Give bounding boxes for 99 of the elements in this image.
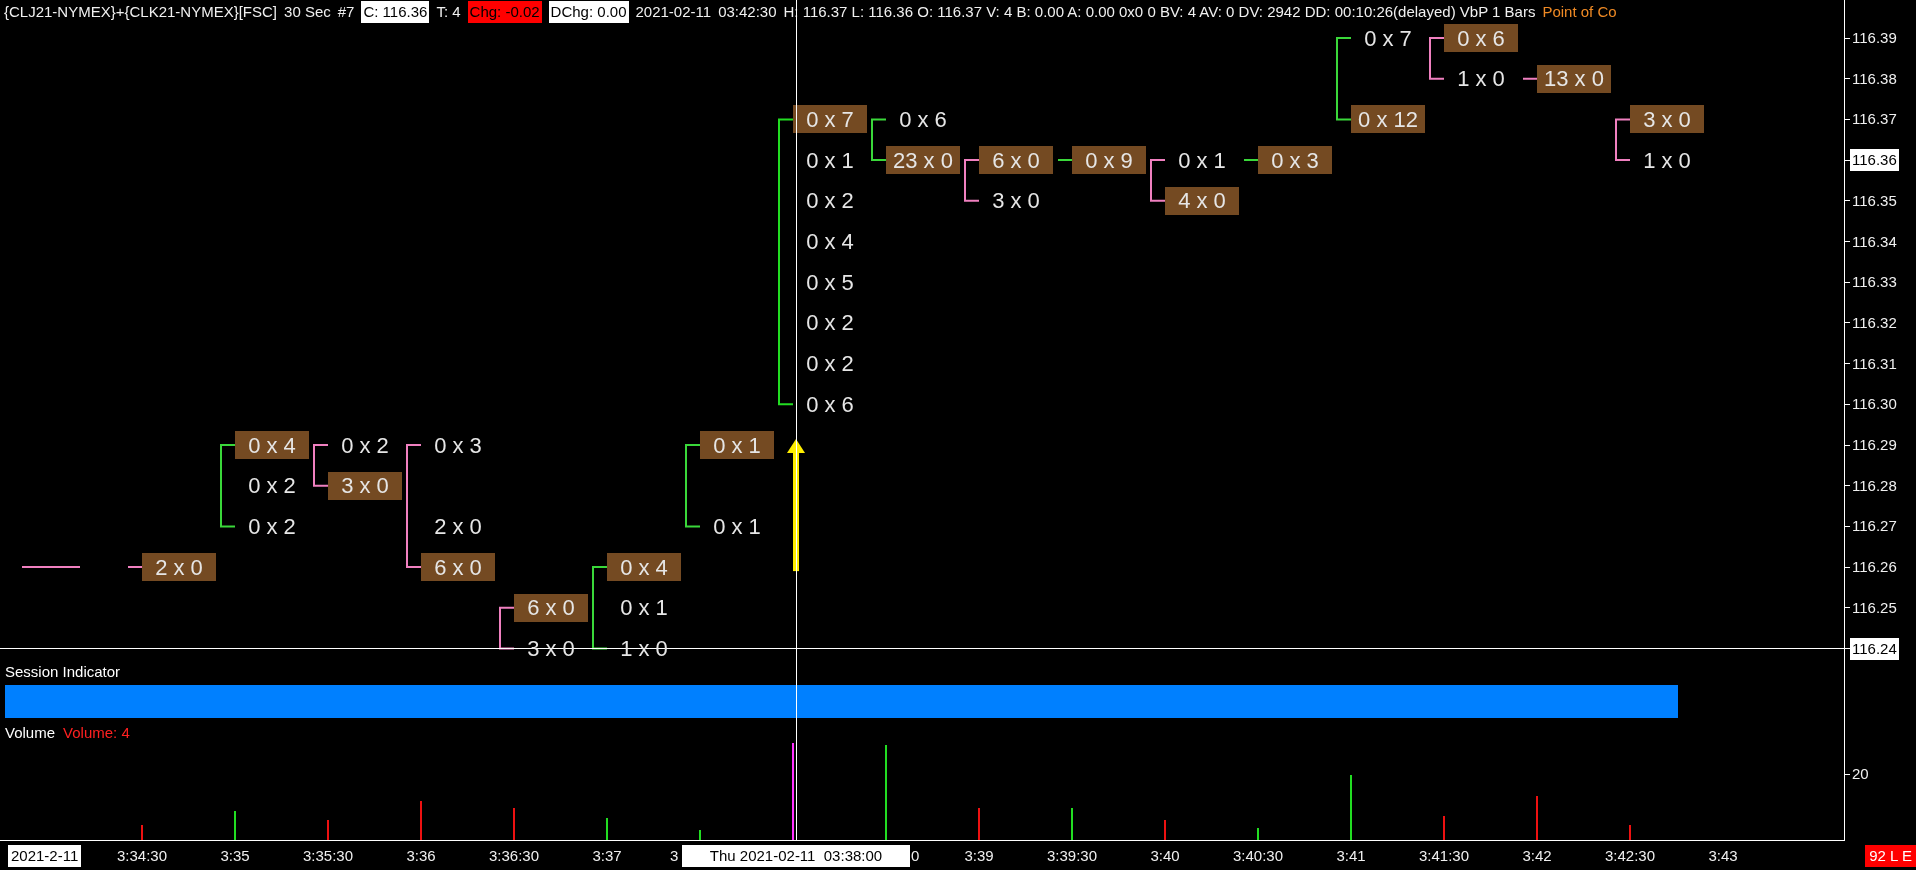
price-label: 116.29 xyxy=(1851,435,1898,455)
price-bar-line xyxy=(871,118,887,162)
footprint-cell-text: 0 x 3 xyxy=(433,431,483,459)
footprint-cell: 6 x 0 xyxy=(979,146,1053,175)
footprint-cell: 0 x 6 xyxy=(1444,24,1518,52)
footprint-cell: 0 x 12 xyxy=(1351,105,1425,134)
price-label: 116.25 xyxy=(1851,597,1898,618)
price-label: 116.34 xyxy=(1851,231,1898,252)
time-label: 3:43 xyxy=(1708,846,1738,866)
footprint-cell: 13 x 0 xyxy=(1537,64,1611,93)
footprint-cell-text: 0 x 1 xyxy=(1177,146,1227,175)
price-bar-line xyxy=(1150,159,1166,202)
time-label: 3:35:30 xyxy=(303,846,353,866)
chart-info-text: 2021-02-11 xyxy=(635,1,712,22)
footprint-cell-text: 0 x 5 xyxy=(805,268,855,297)
footprint-cell-text: 0 x 1 xyxy=(712,512,762,541)
footprint-cell-text: 0 x 6 xyxy=(805,390,855,419)
footprint-cell: 6 x 0 xyxy=(514,593,588,622)
price-label: 116.37 xyxy=(1851,109,1898,130)
price-bar-line xyxy=(21,566,81,569)
footprint-cell-text: 0 x 2 xyxy=(805,309,855,337)
time-label: 3:41:30 xyxy=(1419,846,1469,866)
time-label: 3 xyxy=(670,846,679,866)
price-bar-line xyxy=(964,159,980,202)
price-bar-line xyxy=(1429,37,1445,80)
footprint-cell: 0 x 1 xyxy=(700,431,774,459)
footprint-cell-text: 0 x 4 xyxy=(805,228,855,256)
footprint-cell: 0 x 3 xyxy=(1258,146,1332,175)
chart-info-text: DChg: 0.00 xyxy=(548,0,629,24)
footprint-cell: 0 x 9 xyxy=(1072,146,1146,175)
price-bar-line xyxy=(1615,118,1631,162)
price-bar-line xyxy=(1243,159,1259,162)
time-label: 3:36 xyxy=(406,846,436,866)
time-label: 3:39:30 xyxy=(1047,846,1097,866)
footprint-cell-text: 0 x 2 xyxy=(247,512,297,541)
date-label: 2021-2-11 xyxy=(8,845,82,867)
footprint-cell-text: 0 x 2 xyxy=(340,431,390,459)
price-bar-line xyxy=(313,444,329,487)
time-label: 0 xyxy=(911,846,920,866)
price-label: 20 xyxy=(1851,764,1870,784)
footprint-cell-text: 0 x 6 xyxy=(898,105,948,134)
price-label: 116.31 xyxy=(1851,353,1898,374)
panel-title: Volume xyxy=(5,723,56,743)
price-label: 116.39 xyxy=(1851,28,1898,48)
price-label: 116.26 xyxy=(1851,557,1898,578)
panel-title: Session Indicator xyxy=(5,662,121,682)
volume-reading: Volume: 4 xyxy=(63,723,130,743)
status-badge: 92 L E xyxy=(1865,844,1916,867)
footprint-cell-text: 0 x 2 xyxy=(247,472,297,500)
chart-info-text: T: 4 xyxy=(436,1,461,22)
time-label: 3:42:30 xyxy=(1605,846,1655,866)
price-bar-line xyxy=(1057,159,1073,162)
price-bar-line xyxy=(127,566,143,569)
price-label: 116.27 xyxy=(1851,516,1898,537)
footprint-cell: 2 x 0 xyxy=(142,553,216,582)
footprint-cell: 0 x 7 xyxy=(793,105,867,134)
time-label: 3:40:30 xyxy=(1233,846,1283,866)
price-label: 116.36 xyxy=(1850,149,1899,172)
footprint-cell: 0 x 4 xyxy=(235,431,309,459)
footprint-cell: 6 x 0 xyxy=(421,553,495,582)
price-label: 116.33 xyxy=(1851,272,1898,293)
time-label: 3:39 xyxy=(964,846,994,866)
footprint-cell-text: 1 x 0 xyxy=(1642,146,1692,175)
price-label: 116.24 xyxy=(1850,637,1899,660)
chart-info-text: Chg: -0.02 xyxy=(467,0,542,24)
chart-info-text: 03:42:30 xyxy=(718,1,777,22)
price-bar-line xyxy=(499,606,515,650)
time-label: 3:40 xyxy=(1150,846,1180,866)
price-label: 116.35 xyxy=(1851,190,1898,211)
footprint-cell-text: 2 x 0 xyxy=(433,512,483,541)
time-label: 3:37 xyxy=(592,846,622,866)
footprint-cell-text: 3 x 0 xyxy=(991,187,1041,215)
time-label: 3:41 xyxy=(1336,846,1366,866)
time-label: 3:42 xyxy=(1522,846,1552,866)
time-label: 3:34:30 xyxy=(117,846,167,866)
footprint-cell-text: 1 x 0 xyxy=(1456,65,1506,93)
price-label: 116.38 xyxy=(1851,68,1898,89)
footprint-cell-text: 0 x 2 xyxy=(805,187,855,215)
price-label: 116.28 xyxy=(1851,475,1898,496)
footprint-cell: 23 x 0 xyxy=(886,146,960,175)
time-label: 3:35 xyxy=(220,846,250,866)
price-label: 116.32 xyxy=(1851,312,1898,333)
footprint-cell-text: 0 x 2 xyxy=(805,350,855,378)
footprint-cell-text: 0 x 1 xyxy=(619,594,669,622)
footprint-cell: 3 x 0 xyxy=(328,471,402,500)
footprint-cell: 4 x 0 xyxy=(1165,186,1239,215)
chart-info-text: {CLJ21-NYMEX}+{CLK21-NYMEX}[FSC] xyxy=(4,1,278,22)
price-label: 116.30 xyxy=(1851,394,1898,415)
chart-info-text: #7 xyxy=(337,1,355,22)
footprint-cell-text: 0 x 1 xyxy=(805,146,855,175)
chart-info-text: C: 116.36 xyxy=(361,0,430,24)
footprint-cell-text: 0 x 7 xyxy=(1363,24,1413,52)
price-bar-line xyxy=(1522,77,1538,80)
footprint-cell: 3 x 0 xyxy=(1630,105,1704,134)
footprint-cell: 0 x 4 xyxy=(607,553,681,582)
time-label: 3:36:30 xyxy=(489,846,539,866)
chart-info-text: Point of Co xyxy=(1542,1,1617,22)
chart-info-text: 30 Sec xyxy=(284,1,331,22)
crosshair-time-label: Thu 2021-02-11 03:38:00 xyxy=(682,845,910,867)
